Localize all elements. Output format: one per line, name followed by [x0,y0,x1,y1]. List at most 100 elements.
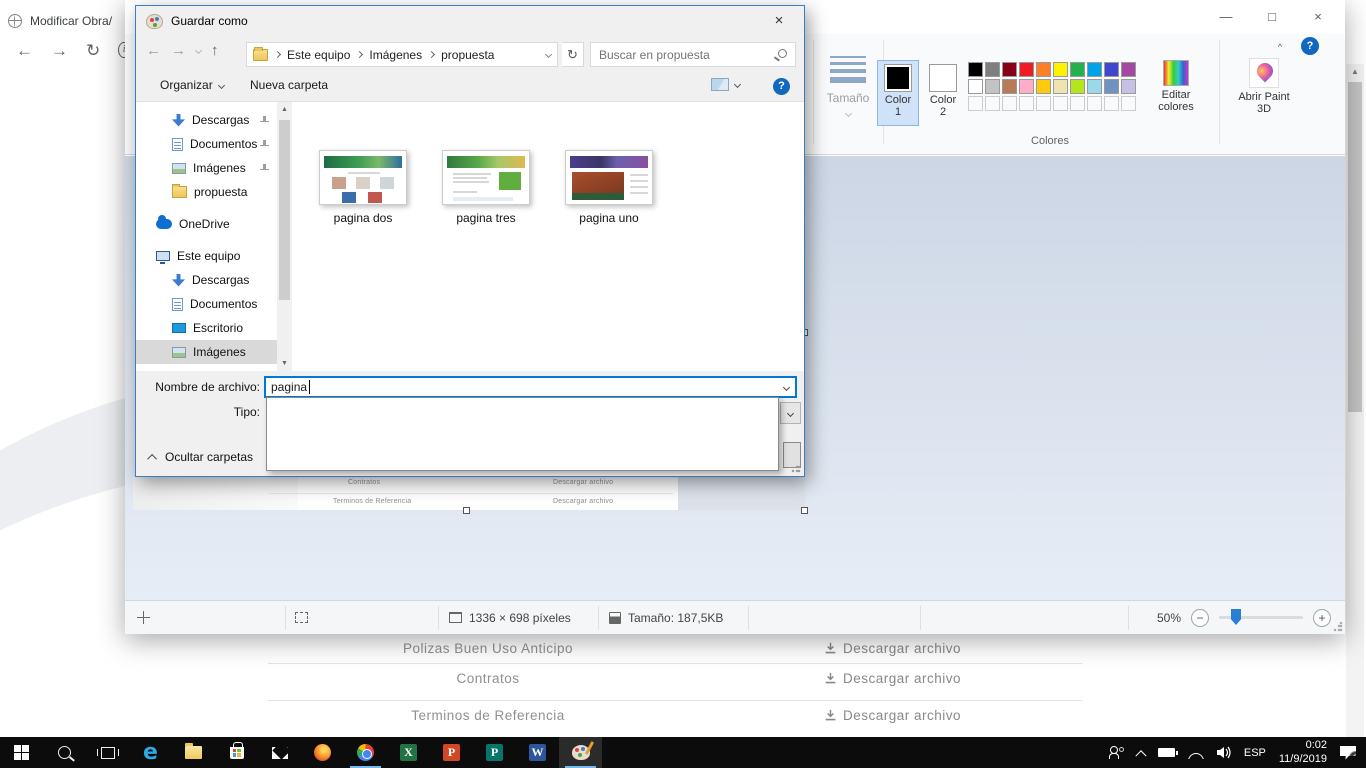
browser-tab[interactable]: Modificar Obra/ [8,8,112,34]
clock[interactable]: 0:02 11/9/2019 [1279,739,1327,767]
breadcrumb-item[interactable]: Imágenes [369,48,422,62]
palette-color[interactable] [1104,62,1119,77]
zoom-out-button[interactable]: − [1191,609,1209,627]
nav-history-chevron-icon[interactable] [195,47,202,54]
search-input[interactable] [599,45,764,64]
sidebar-item-pc-descargas[interactable]: Descargas [136,268,277,292]
palette-color[interactable] [1053,79,1068,94]
filename-input[interactable]: pagina [264,376,797,398]
sidebar-item-pc-escritorio[interactable]: Escritorio [136,316,277,340]
sidebar-item-descargas[interactable]: Descargas [136,108,277,132]
collapse-ribbon-icon[interactable]: ^ [1271,38,1289,56]
palette-color[interactable] [968,79,983,94]
sidebar-item-pc-imagenes[interactable]: Imágenes [136,340,277,364]
dialog-resize-grip[interactable] [791,463,801,473]
zoom-in-button[interactable]: + [1313,609,1331,627]
canvas-resize-handle[interactable] [463,507,470,514]
scrollbar-up-icon[interactable]: ▲ [1346,64,1364,80]
browser-reload-button[interactable]: ↻ [86,42,100,59]
dialog-help-button[interactable]: ? [773,78,790,95]
palette-empty-slot[interactable] [1002,96,1017,111]
volume-icon[interactable] [1217,746,1231,759]
file-item-pagina-dos[interactable]: pagina dos [308,150,418,225]
palette-color[interactable] [1087,79,1102,94]
taskbar-paint[interactable] [559,737,602,768]
taskbar-powerpoint[interactable]: P [430,737,473,768]
canvas-resize-handle[interactable] [801,507,808,514]
color1-button[interactable]: Color 1 [877,60,919,126]
task-view-button[interactable] [86,737,129,768]
taskbar-word[interactable]: W [516,737,559,768]
breadcrumb-item[interactable]: Este equipo [287,48,350,62]
scrollbar-thumb[interactable] [279,120,290,300]
palette-color[interactable] [1070,62,1085,77]
palette-empty-slot[interactable] [1087,96,1102,111]
scrollbar-down-icon[interactable]: ▼ [277,356,292,371]
palette-color[interactable] [1019,62,1034,77]
breadcrumb-item[interactable]: propuesta [441,48,494,62]
palette-color[interactable] [968,62,983,77]
palette-color[interactable] [1002,79,1017,94]
palette-color[interactable] [1087,62,1102,77]
window-resize-grip[interactable] [1333,622,1343,632]
browser-back-button[interactable]: ← [16,42,33,59]
zoom-slider[interactable] [1219,616,1303,619]
taskbar-store[interactable] [215,737,258,768]
color2-button[interactable]: Color 2 [922,60,964,126]
browser-scrollbar[interactable]: ▲ [1346,64,1364,737]
start-button[interactable] [0,737,43,768]
palette-color[interactable] [1019,79,1034,94]
filetype-dropdown-button[interactable] [780,402,801,424]
sidebar-item-pc-documentos[interactable]: Documentos [136,292,277,316]
refresh-button[interactable]: ↻ [562,42,584,67]
scrollbar-thumb[interactable] [1348,82,1362,412]
search-icon[interactable] [778,49,787,58]
close-button[interactable]: × [1295,0,1341,32]
taskbar-publisher[interactable]: P [473,737,516,768]
sidebar-item-este-equipo[interactable]: Este equipo [136,244,277,268]
file-item-pagina-uno[interactable]: pagina uno [554,150,664,225]
battery-icon[interactable] [1158,748,1175,757]
sidebar-item-propuesta[interactable]: propuesta [136,180,277,204]
minimize-button[interactable]: — [1203,0,1249,32]
palette-color[interactable] [985,79,1000,94]
palette-empty-slot[interactable] [1104,96,1119,111]
open-paint3d-button[interactable]: Abrir Paint 3D [1233,58,1295,115]
sidebar-scrollbar[interactable]: ▲ ▼ [277,102,292,371]
sidebar-item-onedrive[interactable]: OneDrive [136,212,277,236]
taskbar-search-button[interactable] [43,737,86,768]
hide-folders-button[interactable]: Ocultar carpetas [150,450,253,464]
taskbar-edge[interactable]: e [129,737,172,768]
wifi-icon[interactable] [1188,747,1204,759]
hidden-icons-chevron-icon[interactable] [1135,750,1146,761]
taskbar-firefox[interactable] [301,737,344,768]
palette-empty-slot[interactable] [1121,96,1136,111]
language-indicator[interactable]: ESP [1244,747,1266,759]
taskbar-chrome[interactable] [344,737,387,768]
size-button[interactable]: Tamaño [825,56,871,119]
palette-color[interactable] [1053,62,1068,77]
palette-empty-slot[interactable] [1036,96,1051,111]
new-folder-button[interactable]: Nueva carpeta [250,78,328,92]
edit-colors-button[interactable]: Editar colores [1147,60,1205,113]
download-link[interactable]: Descargar archivo [824,641,961,656]
change-view-button[interactable] [711,78,740,91]
action-center-icon[interactable]: 2 [1340,746,1356,760]
sidebar-item-documentos[interactable]: Documentos [136,132,277,156]
canvas-image[interactable]: Contratos Descargar archivo Terminos de … [133,477,805,510]
filename-dropdown-chevron-icon[interactable] [783,384,790,391]
help-icon[interactable]: ? [1301,37,1319,55]
address-dropdown-chevron-icon[interactable] [545,51,552,58]
download-link[interactable]: Descargar archivo [824,708,961,723]
palette-empty-slot[interactable] [1070,96,1085,111]
palette-color[interactable] [1121,62,1136,77]
palette-color[interactable] [1036,62,1051,77]
palette-empty-slot[interactable] [1019,96,1034,111]
nav-forward-button[interactable]: → [171,42,186,59]
sidebar-item-imagenes[interactable]: Imágenes [136,156,277,180]
scrollbar-up-icon[interactable]: ▲ [277,102,292,117]
palette-color[interactable] [1070,79,1085,94]
palette-empty-slot[interactable] [1053,96,1068,111]
palette-color[interactable] [1121,79,1136,94]
people-icon[interactable] [1109,746,1124,759]
